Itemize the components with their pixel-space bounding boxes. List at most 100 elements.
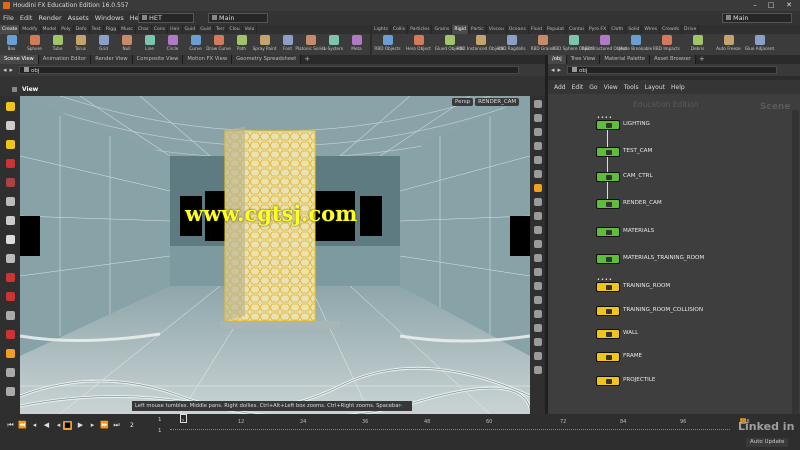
shelf-right-tool[interactable]: RBD Instanced Objects	[457, 34, 504, 55]
left-tool-icon[interactable]	[5, 197, 15, 206]
shelf-right-tab[interactable]: Fluid	[529, 25, 545, 34]
shelf-right-tool[interactable]: RBD Impacts	[651, 34, 682, 55]
left-pane-tab[interactable]: Motion FX View	[183, 55, 233, 64]
left-tool-icon[interactable]	[5, 140, 15, 149]
right-pane-add-tab-icon[interactable]: +	[696, 55, 708, 64]
jump-start-icon[interactable]: ⏮	[6, 421, 15, 430]
network-node[interactable]	[596, 282, 620, 292]
shelf-right-tool[interactable]: RBD Ragdolls	[496, 34, 527, 55]
scene-viewport[interactable]: Persp RENDER_CAM www.cgtsj.com	[20, 96, 530, 414]
shelf-right-tool[interactable]: RBD Sphere Objects	[552, 34, 595, 55]
shelf-left-tab[interactable]: Char	[136, 25, 152, 34]
network-menu-item[interactable]: Tools	[621, 84, 642, 91]
shelf-left-tool[interactable]: Draw Curve	[206, 34, 231, 55]
network-node[interactable]	[596, 120, 620, 130]
display-tool-icon[interactable]	[533, 254, 542, 262]
shelf-left-tool[interactable]: Sphere	[23, 34, 46, 55]
network-node[interactable]	[596, 227, 620, 237]
shelf-left-tool[interactable]: Font	[276, 34, 299, 55]
jump-end-icon[interactable]: ⏭	[112, 421, 121, 430]
display-tool-icon[interactable]	[533, 184, 542, 192]
network-node[interactable]	[596, 172, 620, 182]
shelf-left-tab[interactable]: Create	[0, 25, 21, 34]
shelf-right-tab[interactable]: Grains	[432, 25, 453, 34]
shelf-left-tool[interactable]: Null	[115, 34, 138, 55]
back-arrow-icon[interactable]: ◂	[3, 66, 7, 74]
network-menu-item[interactable]: Go	[586, 84, 600, 91]
right-pane-tab[interactable]: Asset Browser	[650, 55, 696, 64]
display-tool-icon[interactable]	[533, 268, 542, 276]
shelf-right-tab[interactable]: Cloth	[609, 25, 627, 34]
shelf-left-tool[interactable]: Platonic Solids	[295, 34, 326, 55]
left-path-field[interactable]: obj	[19, 66, 520, 74]
network-node[interactable]	[596, 352, 620, 362]
display-tool-icon[interactable]	[533, 226, 542, 234]
persp-menu[interactable]: Persp	[452, 98, 474, 106]
left-pane-tab[interactable]: Geometry Spreadsheet	[232, 55, 302, 64]
network-node[interactable]	[596, 376, 620, 386]
network-menu-item[interactable]: Add	[551, 84, 569, 91]
shelf-right-tab[interactable]: Populat	[545, 25, 568, 34]
camera-menu-button[interactable]: RENDER_CAM	[475, 98, 520, 106]
shelf-right-tool[interactable]: RBD Grains	[527, 34, 558, 55]
shelf-left-tool[interactable]: Curve	[184, 34, 207, 55]
network-menu-item[interactable]: Layout	[642, 84, 668, 91]
shelf-left-tool[interactable]: Torus	[69, 34, 92, 55]
left-tool-icon[interactable]	[5, 102, 15, 111]
prev-key-icon[interactable]: ◂	[30, 421, 39, 430]
right-pane-tab[interactable]: /obj	[548, 55, 567, 64]
display-tool-icon[interactable]	[533, 296, 542, 304]
shelf-right-tab[interactable]: Lights	[372, 25, 391, 34]
left-tool-icon[interactable]	[5, 330, 15, 339]
shelf-left-tab[interactable]: Cons	[152, 25, 169, 34]
close-button[interactable]: ✕	[782, 0, 796, 11]
shelf-right-tool[interactable]: RBD Objects	[372, 34, 403, 55]
left-tool-icon[interactable]	[5, 349, 15, 358]
display-tool-icon[interactable]	[533, 100, 542, 108]
start-frame-field[interactable]: 1	[158, 417, 162, 423]
minimize-button[interactable]: –	[748, 0, 762, 11]
maximize-button[interactable]: □	[764, 0, 778, 11]
current-frame-field[interactable]: 2	[130, 422, 134, 429]
shelf-left-tab[interactable]: Hair	[168, 25, 183, 34]
start-frame-field-2[interactable]: 1	[158, 428, 162, 434]
left-pane-tab[interactable]: Composite View	[132, 55, 184, 64]
display-tool-icon[interactable]	[533, 240, 542, 248]
shelf-left-tab[interactable]: Musc	[119, 25, 136, 34]
play-reverse-icon[interactable]: ◀	[42, 421, 51, 430]
net-forward-arrow-icon[interactable]: ▸	[558, 66, 562, 74]
display-tool-icon[interactable]	[533, 170, 542, 178]
left-tool-icon[interactable]	[5, 216, 15, 225]
shelf-right-tool[interactable]: Make Breakable	[619, 34, 652, 55]
left-pane-tab[interactable]: Scene View	[0, 55, 39, 64]
network-menu-item[interactable]: Help	[668, 84, 688, 91]
right-pane-tab[interactable]: Material Palette	[600, 55, 651, 64]
network-node[interactable]	[596, 306, 620, 316]
shelf-left-tab[interactable]: Clou	[227, 25, 243, 34]
left-tool-icon[interactable]	[5, 254, 15, 263]
network-node[interactable]	[596, 329, 620, 339]
left-tool-icon[interactable]	[5, 121, 15, 130]
network-scrollbar[interactable]	[792, 110, 799, 415]
shelf-left-tool[interactable]: Grid	[92, 34, 115, 55]
network-node[interactable]	[596, 254, 620, 264]
shelf-left-tool[interactable]: Tube	[46, 34, 69, 55]
shelf-right-tab[interactable]: Collis	[391, 25, 409, 34]
left-tool-icon[interactable]	[5, 273, 15, 282]
shelf-left-tool[interactable]: Meta	[345, 34, 368, 55]
shelf-left-tool[interactable]: L-System	[322, 34, 345, 55]
shelf-left-tab[interactable]: Model	[41, 25, 60, 34]
shelf-left-tab[interactable]: Text	[90, 25, 104, 34]
display-tool-icon[interactable]	[533, 366, 542, 374]
display-tool-icon[interactable]	[533, 156, 542, 164]
left-tool-icon[interactable]	[5, 311, 15, 320]
display-tool-icon[interactable]	[533, 282, 542, 290]
display-tool-icon[interactable]	[533, 128, 542, 136]
shelf-right-tab[interactable]: Rigid	[452, 25, 469, 34]
auto-update-button[interactable]: Auto Update	[746, 438, 789, 447]
shelf-left-tool[interactable]: Circle	[161, 34, 184, 55]
forward-arrow-icon[interactable]: ▸	[10, 66, 14, 74]
display-tool-icon[interactable]	[533, 310, 542, 318]
display-tool-icon[interactable]	[533, 212, 542, 220]
display-tool-icon[interactable]	[533, 198, 542, 206]
